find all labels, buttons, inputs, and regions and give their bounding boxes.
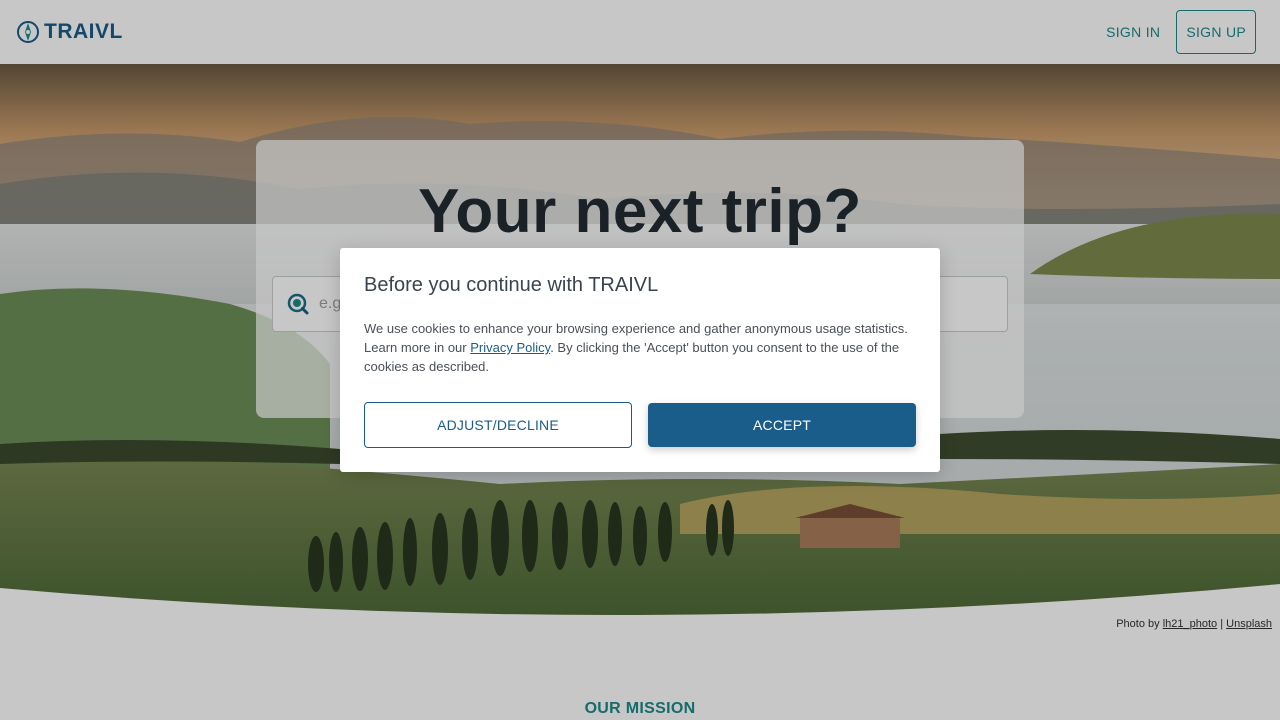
adjust-decline-button[interactable]: ADJUST/DECLINE xyxy=(364,402,632,448)
cookie-dialog-text: We use cookies to enhance your browsing … xyxy=(364,319,916,376)
cookie-dialog-title: Before you continue with TRAIVL xyxy=(364,274,659,296)
cookie-dialog-actions: ADJUST/DECLINE ACCEPT xyxy=(364,402,916,448)
cookie-consent-dialog: Before you continue with TRAIVL We use c… xyxy=(340,248,940,472)
privacy-policy-link[interactable]: Privacy Policy xyxy=(470,340,550,355)
accept-button[interactable]: ACCEPT xyxy=(648,403,916,447)
